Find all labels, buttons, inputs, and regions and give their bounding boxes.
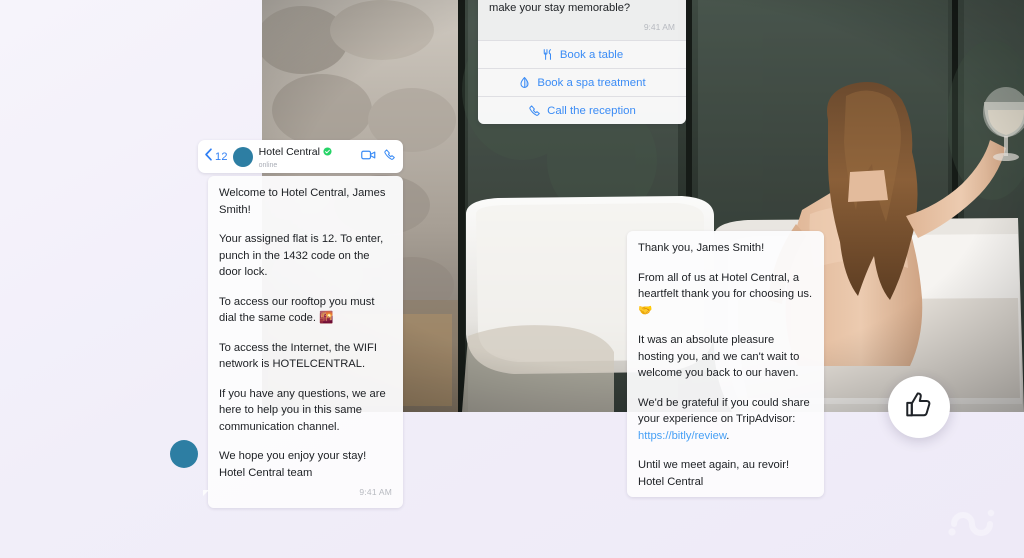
chat-header: 12 Hotel Central online (198, 140, 403, 173)
quick-action-book-a-table[interactable]: Book a table (478, 40, 686, 68)
message-paragraph: If you have any questions, we are here t… (219, 387, 386, 433)
contact-avatar[interactable] (232, 146, 253, 167)
verified-badge-icon (323, 144, 332, 161)
app-canvas: Is everything okay with your stay? Is th… (0, 0, 1024, 558)
sender-avatar[interactable] (170, 440, 198, 468)
quick-action-label: Book a spa treatment (537, 76, 646, 89)
contact-name: Hotel Central (258, 145, 320, 158)
fork-knife-icon (541, 48, 554, 61)
thumbs-up-button[interactable] (888, 376, 950, 438)
quick-reply-timestamp: 9:41 AM (643, 21, 675, 32)
message-paragraph: Your assigned flat is 12. To enter, punc… (219, 233, 384, 278)
message-paragraph-with-link: We'd be grateful if you could share your… (638, 396, 810, 442)
message-paragraph: To access the Internet, the WIFI network… (219, 341, 377, 371)
quick-action-book-a-spa-treatment[interactable]: Book a spa treatment (478, 68, 686, 96)
back-button[interactable]: 12 (204, 147, 228, 166)
message-paragraph: From all of us at Hotel Central, a heart… (638, 271, 813, 317)
cityscape-emoji: 🌇 (319, 312, 334, 324)
quick-reply-card: Is everything okay with your stay? Is th… (478, 0, 686, 124)
quick-action-call-the-reception[interactable]: Call the reception (478, 96, 686, 124)
message-paragraph: We hope you enjoy your stay! Hotel Centr… (219, 450, 367, 479)
message-paragraph: To access our rooftop you must dial the … (219, 295, 375, 325)
quick-reply-question-block: Is everything okay with your stay? Is th… (478, 0, 686, 40)
phone-icon (528, 104, 541, 117)
message-timestamp: 9:41 AM (359, 487, 392, 497)
header-actions (361, 148, 396, 166)
message-bubble-welcome: Welcome to Hotel Central, James Smith! Y… (203, 176, 403, 508)
message-paragraph: Welcome to Hotel Central, James Smith! (219, 187, 386, 216)
message-greeting: Thank you, James Smith! (638, 242, 765, 254)
quick-reply-question: Is everything okay with your stay? Is th… (489, 2, 631, 14)
contact-identity: Hotel Central online (259, 144, 361, 169)
message-bubble-thanks: Thank you, James Smith! From all of us a… (627, 231, 824, 497)
review-link[interactable]: https://bitly/review (638, 430, 726, 442)
message-paragraph: It was an absolute pleasure hosting you,… (638, 334, 800, 379)
quick-action-label: Book a table (559, 48, 624, 61)
chevron-left-icon (204, 147, 213, 166)
back-unread-count: 12 (215, 150, 228, 163)
water-drop-icon (518, 76, 531, 89)
phone-icon[interactable] (383, 148, 396, 166)
quick-action-label: Call the reception (547, 104, 636, 117)
video-camera-icon[interactable] (361, 148, 376, 166)
brand-watermark-icon (944, 494, 1000, 540)
handshake-emoji: 🤝 (638, 304, 653, 317)
contact-status: online (258, 161, 278, 169)
message-paragraph: Until we meet again, au revoir! Hotel Ce… (638, 459, 790, 488)
thumbs-up-icon (903, 389, 935, 426)
